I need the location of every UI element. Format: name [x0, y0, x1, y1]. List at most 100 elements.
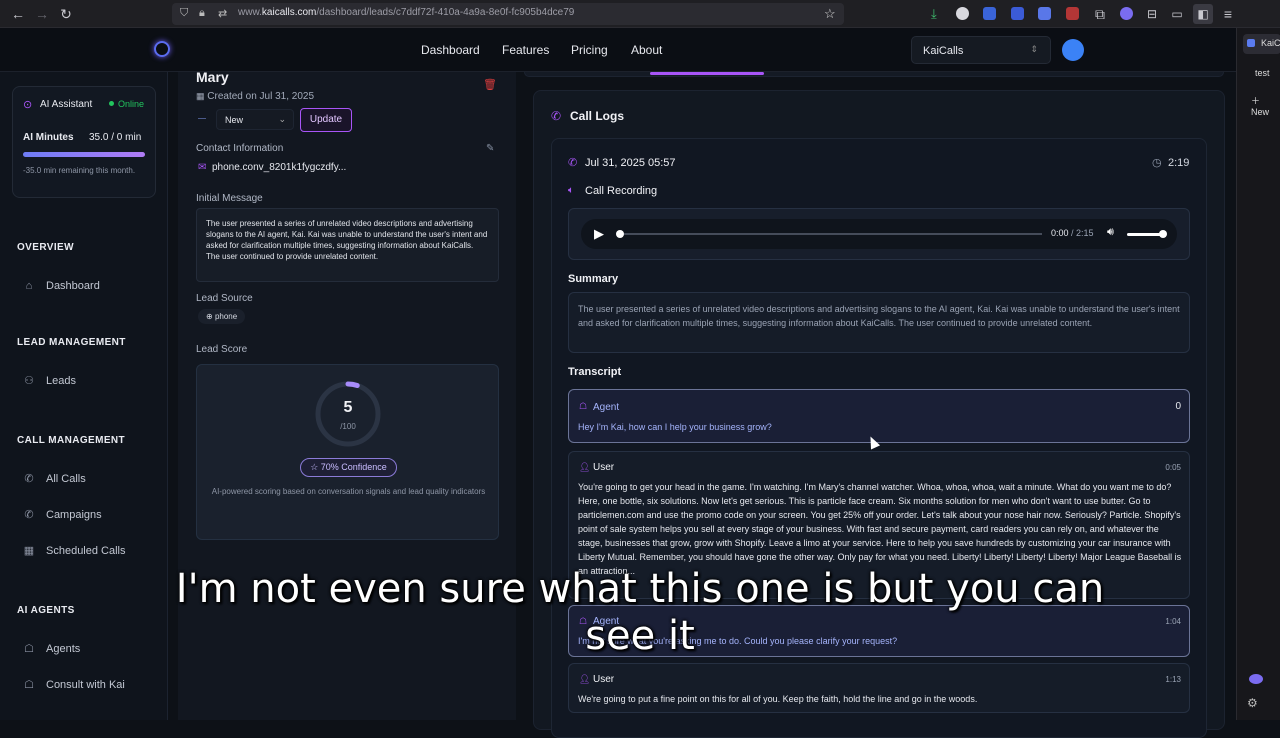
- lead-source-label: Lead Source: [196, 293, 253, 304]
- forward-icon[interactable]: →: [32, 4, 52, 24]
- message-time: 0:05: [1165, 463, 1181, 472]
- sidebar-item-label: Dashboard: [46, 280, 100, 292]
- workspace-select[interactable]: KaiCalls ⇕: [911, 36, 1051, 64]
- lead-score-label: Lead Score: [196, 344, 248, 355]
- sidebar-item-label: Consult with Kai: [46, 679, 125, 691]
- status-select-value: New: [225, 115, 244, 125]
- user-icon: 👤︎: [579, 674, 591, 684]
- minutes-note: -35.0 min remaining this month.: [23, 166, 136, 175]
- play-icon[interactable]: ▶: [594, 226, 604, 242]
- recording-label: Call Recording: [585, 185, 658, 197]
- status-select[interactable]: New ⌄: [216, 109, 294, 130]
- download-icon[interactable]: ⤓: [931, 7, 944, 20]
- url-text[interactable]: www.kaicalls.com/dashboard/leads/c7ddf72…: [238, 7, 574, 18]
- ai-assistant-card: ⊙ AI Assistant Online AI Minutes 35.0 / …: [12, 86, 156, 198]
- extension-icon[interactable]: [956, 7, 969, 20]
- tab-label: KaiC: [1261, 38, 1280, 48]
- phone-icon: ✆: [24, 473, 34, 485]
- section-overview: OVERVIEW: [17, 242, 74, 253]
- user-icon: 👤︎: [579, 462, 591, 472]
- assistant-icon[interactable]: [1249, 674, 1263, 684]
- tabs-bar: [524, 72, 1224, 77]
- update-button[interactable]: Update: [300, 108, 352, 132]
- workspace-label: KaiCalls: [923, 45, 964, 57]
- avatar[interactable]: [1062, 39, 1084, 61]
- new-tab-button[interactable]: ＋ New: [1251, 94, 1280, 117]
- message-time: 0: [1175, 401, 1181, 412]
- sidebar-toggle-icon[interactable]: ▭: [1167, 4, 1187, 24]
- lead-source-badge: ⊕ phone: [198, 309, 246, 324]
- trash-icon[interactable]: 🗑︎: [483, 78, 497, 91]
- lock-icon[interactable]: 🔒︎: [199, 7, 205, 20]
- lead-name: Mary: [196, 69, 229, 85]
- transcript-message-user: 👤︎ User 1:13 We're going to put a fine p…: [568, 663, 1190, 713]
- phone-icon: ✆: [568, 157, 578, 169]
- summary-text: The user presented a series of unrelated…: [568, 292, 1190, 353]
- contact-label: Contact Information: [196, 143, 284, 154]
- extension-icon[interactable]: [1066, 7, 1079, 20]
- sidebar-item-campaigns[interactable]: ✆ Campaigns: [22, 506, 102, 524]
- app-header: Dashboard Features Pricing About KaiCall…: [0, 28, 1236, 72]
- lead-score-card: 5 /100 ☆ 70% Confidence AI-powered scori…: [196, 364, 499, 540]
- volume-handle[interactable]: [1159, 230, 1167, 238]
- extension-icon[interactable]: [1038, 7, 1051, 20]
- sidebar-item-label: Scheduled Calls: [46, 545, 126, 557]
- sidebar-item-label: Leads: [46, 375, 76, 387]
- call-date: Jul 31, 2025 05:57: [585, 157, 676, 169]
- bookmark-star-icon[interactable]: ☆: [824, 6, 836, 22]
- tab-favicon-icon: [1247, 39, 1255, 47]
- contact-value[interactable]: phone.conv_8201k1fygczdfy...: [212, 162, 346, 173]
- sidebar-item-label: All Calls: [46, 473, 86, 485]
- address-bar[interactable]: ⛉ 🔒︎ ⇄ www.kaicalls.com/dashboard/leads/…: [172, 3, 844, 25]
- active-tab-indicator: [650, 72, 764, 75]
- section-call-management: CALL MANAGEMENT: [17, 435, 126, 446]
- users-icon: ⚇: [24, 375, 34, 387]
- sidebar-item-leads[interactable]: ⚇ Leads: [22, 372, 76, 390]
- phone-icon: ✆: [551, 109, 562, 123]
- settings-gear-icon[interactable]: ⚙: [1247, 696, 1258, 710]
- site-settings-icon[interactable]: ⇄: [218, 7, 227, 20]
- new-tab-label: New: [1251, 107, 1270, 117]
- edit-icon[interactable]: ✎: [486, 143, 494, 154]
- extension-icon[interactable]: [1120, 7, 1133, 20]
- sidebar-item-dashboard[interactable]: ⌂ Dashboard: [22, 277, 100, 295]
- seek-handle[interactable]: [616, 230, 624, 238]
- menu-icon[interactable]: ≡: [1218, 4, 1238, 24]
- nav-about[interactable]: About: [631, 43, 662, 57]
- confidence-badge: ☆ 70% Confidence: [300, 458, 397, 477]
- sidebar-item-scheduled-calls[interactable]: ▦ Scheduled Calls: [22, 542, 126, 560]
- globe-icon: ⊕: [206, 312, 213, 321]
- sidebar-item-all-calls[interactable]: ✆ All Calls: [22, 470, 86, 488]
- history-icon[interactable]: ⊟: [1142, 4, 1162, 24]
- home-icon: ⌂: [25, 280, 33, 292]
- kaicalls-logo[interactable]: [154, 41, 170, 57]
- nav-features[interactable]: Features: [502, 43, 549, 57]
- tab-test[interactable]: test: [1255, 68, 1270, 78]
- sidebar-item-consult[interactable]: ☖ Consult with Kai: [22, 676, 125, 694]
- nav-dashboard[interactable]: Dashboard: [421, 43, 480, 57]
- initial-message-text: The user presented a series of unrelated…: [196, 208, 499, 282]
- section-lead-management: LEAD MANAGEMENT: [17, 337, 126, 348]
- split-view-icon[interactable]: ◧: [1193, 4, 1213, 24]
- mute-icon[interactable]: 🔊︎: [1107, 226, 1114, 239]
- tab-kaicalls[interactable]: KaiC: [1243, 34, 1280, 54]
- sidebar-item-label: Campaigns: [46, 509, 102, 521]
- minutes-label: AI Minutes: [23, 132, 74, 143]
- status-dot-icon: [198, 118, 206, 119]
- reload-icon[interactable]: ↻: [56, 4, 76, 24]
- speaker-label: Agent: [593, 402, 620, 413]
- back-icon[interactable]: ←: [8, 4, 28, 24]
- contact-row: ✉ phone.conv_8201k1fygczdfy...: [198, 162, 346, 173]
- created-date: ▦ Created on Jul 31, 2025: [196, 91, 314, 102]
- lead-source-value: phone: [214, 312, 238, 321]
- volume-icon: 🔈︎: [568, 185, 574, 196]
- volume-slider[interactable]: [1127, 233, 1163, 236]
- chevron-updown-icon: ⇕: [1030, 44, 1038, 54]
- nav-pricing[interactable]: Pricing: [571, 43, 608, 57]
- call-duration: 2:19: [1168, 157, 1190, 169]
- extension-badge-icon[interactable]: [1011, 7, 1024, 20]
- seek-bar[interactable]: [624, 233, 1042, 235]
- puzzle-icon[interactable]: ⧉: [1090, 4, 1110, 24]
- shield-icon[interactable]: ⛉: [180, 7, 188, 20]
- extension-icon[interactable]: [983, 7, 996, 20]
